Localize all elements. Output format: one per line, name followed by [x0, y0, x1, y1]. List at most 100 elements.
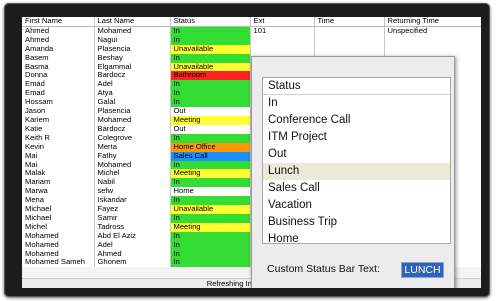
- cell-returning-time: [384, 44, 481, 54]
- status-option-home[interactable]: Home: [263, 231, 450, 243]
- cell-last-name: Samir: [94, 213, 171, 223]
- status-option-in[interactable]: In: [263, 95, 450, 112]
- cell-first-name: Kariem: [22, 115, 95, 125]
- cell-returning-time: [384, 35, 481, 45]
- status-picker-dialog: Status In Conference Call ITM Project Out Lu…: [251, 56, 455, 288]
- cell-first-name: Michel: [22, 222, 95, 232]
- cell-last-name: Mohamed: [94, 26, 171, 36]
- column-header-time[interactable]: Time: [314, 17, 385, 27]
- column-header-status[interactable]: Status: [170, 17, 251, 27]
- cell-first-name: Mohamed: [22, 240, 95, 250]
- cell-first-name: Basem: [22, 53, 95, 63]
- cell-status: In: [170, 213, 251, 223]
- cell-last-name: Bardocz: [94, 124, 171, 134]
- status-option-lunch[interactable]: Lunch: [263, 163, 450, 180]
- cell-status: Home: [170, 187, 251, 197]
- cell-last-name: Beshay: [94, 53, 171, 63]
- cell-first-name: Katie: [22, 124, 95, 134]
- cell-status: In: [170, 258, 251, 268]
- cell-last-name: Nagui: [94, 35, 171, 45]
- cell-last-name: Merta: [94, 142, 171, 152]
- cell-first-name: Mai: [22, 160, 95, 170]
- cell-last-name: Ahmed: [94, 249, 171, 259]
- cell-time: [314, 35, 385, 45]
- cell-last-name: Fayez: [94, 205, 171, 214]
- cell-status: In: [170, 196, 251, 206]
- status-option-conference-call[interactable]: Conference Call: [263, 112, 450, 129]
- cell-status: In: [170, 35, 251, 45]
- cell-time: [314, 44, 385, 54]
- cell-first-name: Mohamed: [22, 249, 95, 259]
- cell-last-name: Ghonem: [94, 258, 171, 268]
- cell-first-name: Basma: [22, 62, 95, 72]
- status-list-header: Status: [263, 78, 450, 95]
- cell-first-name: Mohamed Sameh: [22, 258, 95, 268]
- cell-last-name: Abd El Aziz: [94, 231, 171, 241]
- cell-first-name: Ahmed: [22, 35, 95, 45]
- cell-last-name: Iskandar: [94, 196, 171, 206]
- table-row[interactable]: Amanda Plasencia Unavailable: [22, 44, 481, 54]
- status-option-vacation[interactable]: Vacation: [263, 197, 450, 214]
- status-option-sales-call[interactable]: Sales Call: [263, 180, 450, 197]
- column-header-ext[interactable]: Ext: [250, 17, 315, 27]
- monitor-frame: First Name Last Name Status Ext Time Ret…: [4, 3, 490, 297]
- column-header-first-name[interactable]: First Name: [22, 17, 95, 27]
- table-row[interactable]: Ahmed Mohamed In 101 Unspecified: [22, 26, 481, 36]
- cell-status: In: [170, 53, 251, 63]
- status-option-business-trip[interactable]: Business Trip: [263, 214, 450, 231]
- status-list[interactable]: Status In Conference Call ITM Project Out Lu…: [262, 77, 451, 244]
- cell-status: Out: [170, 124, 251, 134]
- cell-last-name: Tadross: [94, 222, 171, 232]
- cell-first-name: Mena: [22, 196, 95, 206]
- cell-first-name: Amanda: [22, 44, 95, 54]
- cell-first-name: Michael: [22, 205, 95, 214]
- cell-last-name: Atya: [94, 89, 171, 99]
- cell-first-name: Jason: [22, 107, 95, 116]
- cell-status: Unavailable: [170, 44, 251, 54]
- cell-last-name: Plasencia: [94, 107, 171, 116]
- cell-status: In: [170, 240, 251, 250]
- cell-status: In: [170, 249, 251, 259]
- cell-status: Meeting: [170, 222, 251, 232]
- cell-last-name: Michel: [94, 169, 171, 179]
- cell-ext: [250, 35, 315, 45]
- cell-status: Home Office: [170, 142, 251, 152]
- cell-last-name: Colegrove: [94, 133, 171, 143]
- cell-status: Sales Call: [170, 151, 251, 161]
- cell-status: Meeting: [170, 115, 251, 125]
- column-header-returning-time[interactable]: Returning Time: [384, 17, 481, 27]
- cell-last-name: Adel: [94, 80, 171, 90]
- cell-first-name: Ahmed: [22, 26, 95, 36]
- cell-first-name: Malak: [22, 169, 95, 179]
- cell-first-name: Mariam: [22, 178, 95, 188]
- cell-status: In: [170, 160, 251, 170]
- cell-first-name: Mai: [22, 151, 95, 161]
- cell-first-name: Marwa: [22, 187, 95, 197]
- cell-ext: 101: [250, 26, 315, 36]
- status-option-out[interactable]: Out: [263, 146, 450, 163]
- cell-first-name: Hossam: [22, 98, 95, 108]
- table-row[interactable]: Ahmed Nagui In: [22, 35, 481, 45]
- cell-ext: [250, 44, 315, 54]
- custom-status-input[interactable]: LUNCH: [401, 262, 444, 278]
- cell-first-name: Kevin: [22, 142, 95, 152]
- cell-status: Meeting: [170, 169, 251, 179]
- cell-status: In: [170, 80, 251, 90]
- cell-status: In: [170, 98, 251, 108]
- cell-first-name: Mohamed: [22, 231, 95, 241]
- cell-status: In: [170, 26, 251, 36]
- cell-last-name: Adel: [94, 240, 171, 250]
- cell-last-name: Plasencia: [94, 44, 171, 54]
- custom-status-label: Custom Status Bar Text:: [267, 263, 381, 275]
- status-option-itm-project[interactable]: ITM Project: [263, 129, 450, 146]
- cell-first-name: Emad: [22, 80, 95, 90]
- cell-last-name: Bardocz: [94, 71, 171, 81]
- cell-first-name: Michael: [22, 213, 95, 223]
- cell-status: In: [170, 89, 251, 99]
- column-header-last-name[interactable]: Last Name: [94, 17, 171, 27]
- cell-last-name: Galal: [94, 98, 171, 108]
- cell-status: In: [170, 231, 251, 241]
- cell-last-name: Elgammal: [94, 62, 171, 72]
- cell-first-name: Emad: [22, 89, 95, 99]
- cell-status: Unavailable: [170, 205, 251, 214]
